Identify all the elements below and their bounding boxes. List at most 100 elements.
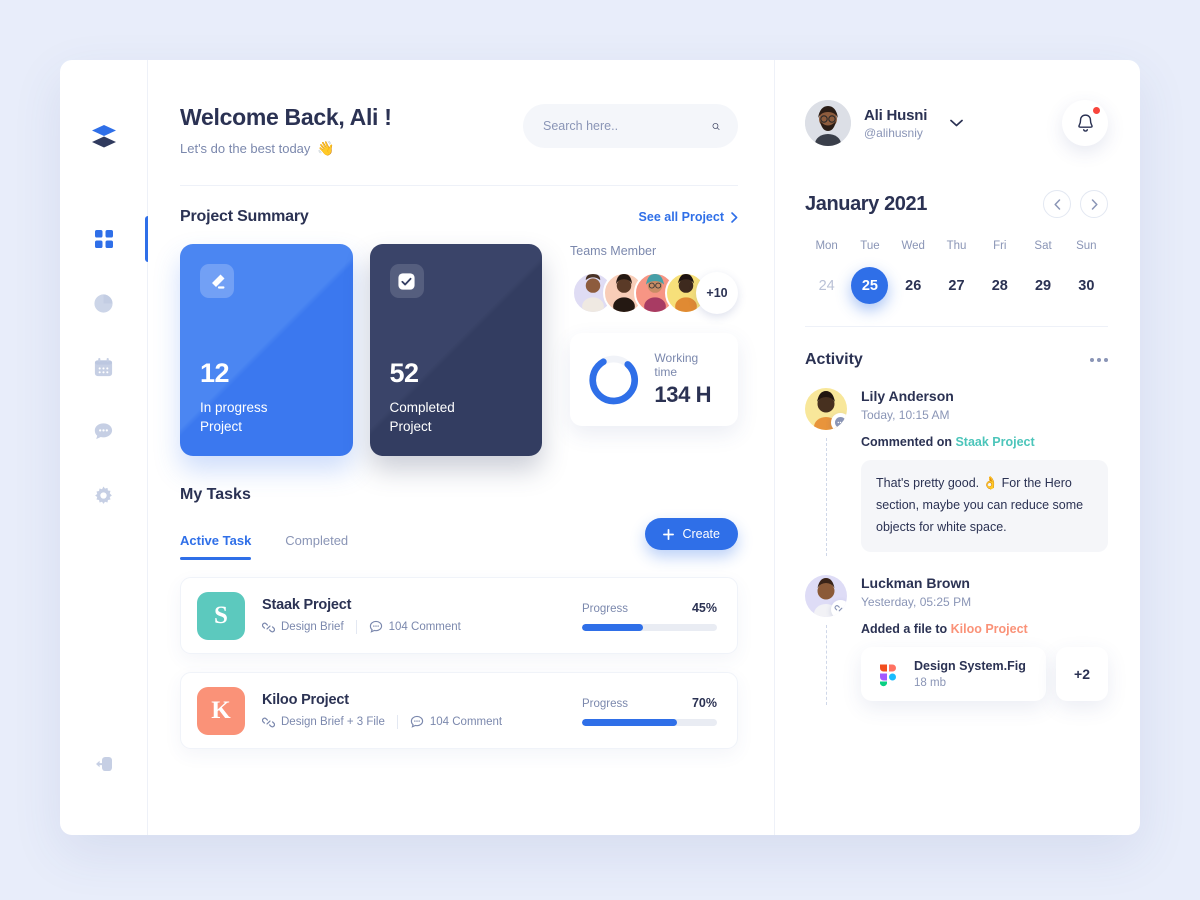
file-attachment-card[interactable]: Design System.Fig 18 mb — [861, 646, 1046, 701]
calendar-nav — [1043, 190, 1108, 218]
activity-body: Luckman Brown Yesterday, 05:25 PM Added … — [861, 575, 1108, 705]
sidebar-item-analytics[interactable] — [60, 290, 147, 316]
header-divider — [180, 185, 738, 186]
action-target-link[interactable]: Kiloo Project — [951, 622, 1028, 636]
plus-icon — [663, 528, 675, 540]
profile-name: Ali Husni — [864, 106, 928, 124]
calendar-dow: Sat — [1034, 240, 1052, 252]
avatar[interactable] — [805, 100, 851, 146]
main-content: Welcome Back, Ali ! Let's do the best to… — [148, 60, 774, 835]
table-row[interactable]: S Staak Project Design Brief 104 Comment… — [180, 577, 738, 654]
pie-chart-icon — [94, 293, 113, 313]
search-bar[interactable] — [523, 104, 738, 148]
calendar-day-number: 26 — [905, 277, 922, 294]
calendar-dow: Sun — [1076, 240, 1097, 252]
task-info: Kiloo Project Design Brief + 3 File 104 … — [262, 692, 565, 729]
sidebar-item-settings[interactable] — [60, 482, 147, 508]
sidebar — [60, 60, 148, 835]
layers-logo-icon[interactable] — [84, 116, 124, 156]
bell-notification-icon — [1077, 114, 1093, 132]
chevron-right-icon — [731, 211, 738, 223]
task-info: Staak Project Design Brief 104 Comment — [262, 597, 565, 634]
task-progress: Progress 70% — [582, 696, 717, 726]
stat-card-completed[interactable]: 52 Completed Project — [369, 244, 542, 456]
task-attachment: Design Brief + 3 File — [262, 716, 385, 729]
main-header: Welcome Back, Ali ! Let's do the best to… — [180, 104, 738, 157]
task-meta: Design Brief + 3 File 104 Comment — [262, 715, 565, 729]
progress-fill — [582, 623, 643, 631]
calendar-title: January 2021 — [805, 192, 927, 215]
stat-label: Completed Project — [390, 398, 523, 436]
stat-value: 12 — [200, 357, 230, 388]
calendar-next-button[interactable] — [1080, 190, 1108, 218]
calendar-day-number: 27 — [948, 277, 965, 294]
create-button-label: Create — [682, 527, 720, 541]
search-input[interactable] — [543, 119, 704, 133]
profile-row: Ali Husni @alihusniy — [805, 100, 1108, 146]
tab-active-task[interactable]: Active Task — [180, 533, 252, 560]
sidebar-item-calendar[interactable] — [60, 354, 147, 380]
list-item: Luckman Brown Yesterday, 05:25 PM Added … — [805, 574, 1108, 705]
activity-timestamp: Yesterday, 05:25 PM — [861, 594, 972, 609]
notification-button[interactable] — [1062, 100, 1108, 146]
comment-icon — [831, 413, 847, 430]
tab-completed[interactable]: Completed — [285, 533, 348, 559]
tasks-tabs: Active Task Completed — [180, 533, 348, 560]
calendar-day[interactable]: 30 — [1065, 267, 1108, 304]
project-summary-title: Project Summary — [180, 208, 309, 225]
table-row[interactable]: K Kiloo Project Design Brief + 3 File 10… — [180, 672, 738, 749]
task-comments: 104 Comment — [369, 620, 461, 634]
working-time-card: Working time 134 H — [570, 333, 738, 426]
action-target-link[interactable]: Staak Project — [955, 435, 1034, 449]
gear-settings-icon — [95, 486, 112, 504]
more-files-badge[interactable]: +2 — [1056, 646, 1108, 701]
avatar[interactable] — [805, 574, 847, 617]
app-window: Welcome Back, Ali ! Let's do the best to… — [60, 60, 1140, 835]
search-icon[interactable] — [712, 117, 720, 136]
calendar-day[interactable]: 28 — [978, 267, 1021, 304]
working-time-value: 134 H — [654, 382, 712, 407]
avatar-more-count[interactable]: +10 — [696, 272, 738, 314]
activity-author: Lily Anderson — [861, 388, 954, 404]
calendar-dow: Mon — [815, 240, 838, 252]
link-icon — [262, 622, 275, 632]
sidebar-item-messages[interactable] — [60, 418, 147, 444]
sidebar-item-dashboard[interactable] — [60, 216, 148, 262]
calendar-day[interactable]: 29 — [1021, 267, 1064, 304]
attachment-label: Design Brief + 3 File — [281, 716, 385, 728]
profile-menu[interactable]: Ali Husni @alihusniy — [805, 100, 964, 146]
stat-value: 52 — [389, 357, 420, 388]
create-button[interactable]: Create — [645, 518, 738, 550]
calendar-day[interactable]: 27 — [935, 267, 978, 304]
activity-action: Commented on Staak Project — [861, 435, 1108, 449]
calendar-day[interactable]: 26 — [892, 267, 935, 304]
calendar-prev-button[interactable] — [1043, 190, 1071, 218]
calendar-divider — [805, 326, 1108, 327]
see-all-project-link[interactable]: See all Project — [639, 210, 738, 224]
calendar-day[interactable]: 24 — [805, 267, 848, 304]
chevron-down-icon[interactable] — [950, 119, 964, 127]
comment-icon — [410, 715, 424, 728]
calendar-day-number: 28 — [991, 277, 1008, 294]
progress-track — [582, 718, 717, 726]
comment-icon — [369, 620, 382, 633]
calendar-dow: Tue — [860, 240, 880, 252]
stat-card-in-progress[interactable]: 12 In progress Project — [180, 244, 353, 456]
comments-label: 104 Comment — [388, 621, 461, 633]
activity-file-row: Design System.Fig 18 mb +2 — [861, 646, 1108, 701]
profile-handle: @alihusniy — [864, 125, 923, 140]
page-subtitle: Let's do the best today 👋 — [180, 140, 392, 157]
avatar[interactable] — [805, 388, 847, 430]
working-time-donut-chart — [589, 355, 639, 404]
progress-percent: 45% — [691, 600, 717, 615]
logout-button[interactable] — [60, 753, 147, 775]
wave-emoji-icon: 👋 — [317, 140, 335, 156]
meta-divider — [355, 620, 357, 634]
calendar-grid: Mon Tue Wed Thu Fri Sat Sun 24 25 26 27 … — [805, 240, 1108, 304]
timeline-connector — [825, 624, 827, 705]
notification-dot — [1091, 105, 1102, 116]
stat-label-line1: In progress — [200, 399, 268, 415]
calendar-day-selected[interactable]: 25 — [848, 267, 891, 304]
more-options-icon[interactable] — [1090, 358, 1108, 362]
file-size: 18 mb — [914, 676, 946, 689]
